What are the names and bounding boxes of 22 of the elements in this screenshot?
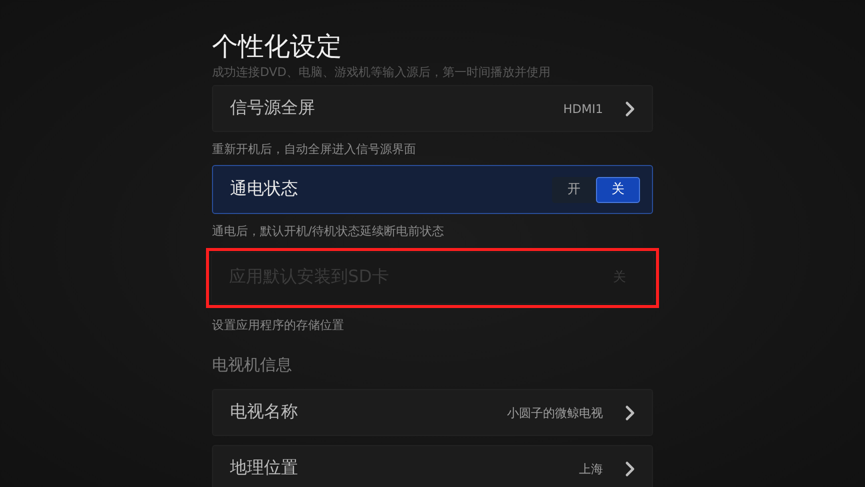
hint-text: 重新开机后，自动全屏进入信号源界面 [212, 142, 417, 156]
row-label: 信号源全屏 [230, 96, 315, 120]
row-value: 小圆子的微鲸电视 [507, 404, 603, 422]
hint-text: 成功连接DVD、电脑、游戏机等输入源后，第一时间播放并使用 [212, 65, 552, 79]
hint-text: 设置应用程序的存储位置 [212, 318, 345, 332]
chevron-right-icon [625, 404, 635, 420]
settings-row[interactable]: 信号源全屏 HDMI1 [212, 85, 653, 132]
section-heading: 电视机信息 [212, 354, 293, 376]
hint-text: 通电后，默认开机/待机状态延续断电前状态 [212, 224, 446, 238]
page-title: 个性化设定 [212, 31, 343, 64]
chevron-right-icon [625, 100, 635, 116]
row-label: 电视名称 [230, 400, 298, 424]
toggle-option[interactable]: 开 [552, 176, 596, 202]
settings-row[interactable]: 地理位置 上海 [212, 445, 653, 487]
row-value: 上海 [579, 460, 603, 478]
row-value: HDMI1 [563, 100, 603, 118]
row-label: 通电状态 [230, 178, 298, 201]
toggle-option[interactable]: 关 [596, 176, 640, 202]
settings-row[interactable]: 电视名称 小圆子的微鲸电视 [212, 389, 653, 436]
settings-row[interactable]: 通电状态 开 关 [212, 165, 653, 214]
chevron-right-icon [625, 460, 635, 476]
row-label: 地理位置 [230, 456, 298, 480]
